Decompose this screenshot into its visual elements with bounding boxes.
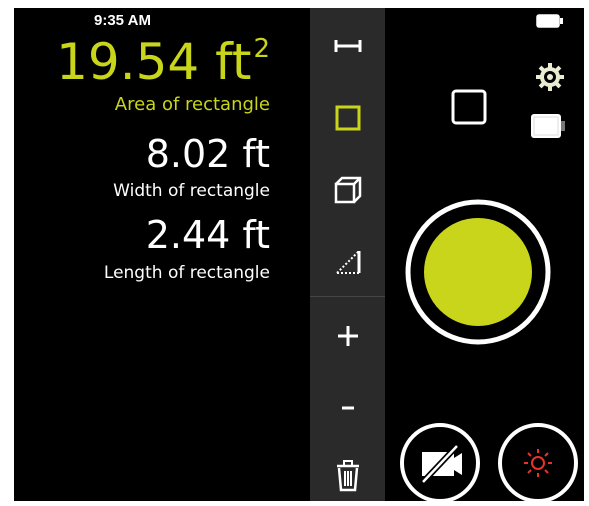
width-number: 8.02 (145, 132, 231, 176)
camera-off-button[interactable] (399, 422, 481, 501)
minus-icon (341, 406, 354, 410)
battery-icon (531, 114, 565, 138)
width-label: Width of rectangle (113, 181, 270, 201)
status-time: 9:35 AM (94, 12, 151, 29)
trash-icon (336, 460, 359, 492)
line-measure-tool-button[interactable] (310, 14, 385, 78)
toolbar-divider (310, 296, 385, 297)
length-number: 2.44 (145, 213, 231, 257)
camera-off-icon (420, 443, 462, 485)
laser-icon (524, 449, 552, 477)
plus-icon (337, 326, 358, 346)
width-value: 8.02 ft (146, 132, 270, 176)
area-unit: ft (215, 33, 252, 91)
delete-button[interactable] (310, 444, 385, 501)
rectangle-tool-button[interactable] (310, 86, 385, 150)
angle-tool-button[interactable] (310, 230, 385, 294)
app-screen: 9:35 AM 19.54 ft2 Area of rectangle 8.02… (14, 8, 584, 501)
length-label: Length of rectangle (103, 263, 270, 283)
cube-icon (334, 176, 361, 204)
zoom-in-button[interactable] (310, 304, 385, 368)
length-value: 2.44 ft (146, 213, 270, 257)
area-unit-exponent: 2 (253, 34, 270, 64)
area-value: 19.54 ft2 (56, 34, 270, 90)
area-label: Area of rectangle (114, 94, 270, 115)
line-measure-icon (334, 40, 361, 52)
angle-icon (335, 250, 360, 274)
measurement-readout-panel: 9:35 AM 19.54 ft2 Area of rectangle 8.02… (14, 8, 310, 501)
shutter-button[interactable] (404, 198, 552, 346)
laser-button[interactable] (497, 422, 579, 501)
area-number: 19.54 (56, 33, 200, 91)
settings-gear-icon[interactable] (536, 63, 564, 91)
rectangle-icon (335, 105, 360, 131)
camera-controls-panel (385, 8, 584, 501)
zoom-out-button[interactable] (310, 376, 385, 440)
measure-toolbar (310, 8, 385, 501)
width-unit: ft (242, 132, 270, 176)
current-shape-square-icon (451, 89, 487, 125)
length-unit: ft (242, 213, 270, 257)
battery-status-icon (536, 14, 563, 28)
cube-tool-button[interactable] (310, 158, 385, 222)
